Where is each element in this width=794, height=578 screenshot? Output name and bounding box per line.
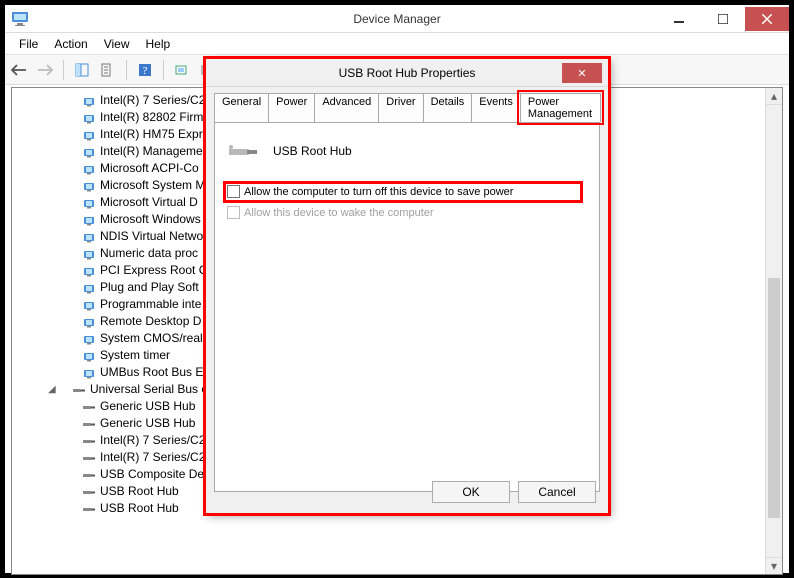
tree-item-label: Intel(R) 7 Series/C2 <box>100 92 205 109</box>
usb-controller-icon <box>72 383 86 397</box>
tree-item-label: USB Root Hub <box>100 500 179 517</box>
tree-item-label: Programmable inte <box>100 296 201 313</box>
menu-action[interactable]: Action <box>46 35 95 53</box>
tabstrip: General Power Advanced Driver Details Ev… <box>214 93 600 122</box>
tree-item-label: System timer <box>100 347 170 364</box>
tree-item-label: Microsoft ACPI-Co <box>100 160 199 177</box>
tree-item-label: USB Composite De <box>100 466 204 483</box>
device-chip-icon <box>82 213 96 227</box>
properties-toolbar-button[interactable] <box>96 58 120 82</box>
tree-item-label: PCI Express Root C <box>100 262 207 279</box>
tab-power[interactable]: Power <box>268 93 315 122</box>
tree-item-label: USB Root Hub <box>100 483 179 500</box>
menu-help[interactable]: Help <box>138 35 179 53</box>
usb-device-icon <box>82 400 96 414</box>
ok-button[interactable]: OK <box>432 481 510 503</box>
tree-item-label: Microsoft System M <box>100 177 205 194</box>
device-chip-icon <box>82 349 96 363</box>
device-chip-icon <box>82 111 96 125</box>
device-chip-icon <box>82 332 96 346</box>
allow-wake-label: Allow this device to wake the computer <box>244 207 434 219</box>
allow-wake-row: Allow this device to wake the computer <box>227 206 587 219</box>
app-icon <box>11 10 31 28</box>
tab-power-management[interactable]: Power Management <box>520 93 601 122</box>
dialog-close-button[interactable]: ✕ <box>562 63 602 83</box>
tree-item-label: Universal Serial Bus co <box>90 381 214 398</box>
device-chip-icon <box>82 145 96 159</box>
device-chip-icon <box>82 264 96 278</box>
allow-turnoff-label: Allow the computer to turn off this devi… <box>244 186 513 198</box>
device-chip-icon <box>82 162 96 176</box>
usb-device-icon <box>82 468 96 482</box>
tab-driver[interactable]: Driver <box>378 93 423 122</box>
maximize-button[interactable] <box>701 7 745 31</box>
usb-device-icon <box>82 502 96 516</box>
usb-device-icon <box>227 139 259 163</box>
device-chip-icon <box>82 281 96 295</box>
toolbar-separator <box>63 60 64 80</box>
scroll-up-arrow[interactable]: ▴ <box>766 88 782 105</box>
tab-advanced[interactable]: Advanced <box>314 93 379 122</box>
tab-body: USB Root Hub Allow the computer to turn … <box>214 122 600 492</box>
device-chip-icon <box>82 179 96 193</box>
tab-details[interactable]: Details <box>423 93 473 122</box>
scroll-down-arrow[interactable]: ▾ <box>766 557 782 574</box>
window-title: Device Manager <box>353 12 440 26</box>
tree-item-label: Intel(R) 7 Series/C2 <box>100 449 205 466</box>
dialog-titlebar: USB Root Hub Properties ✕ <box>206 59 608 87</box>
tree-item-label: Generic USB Hub <box>100 415 195 432</box>
tree-item-label: Generic USB Hub <box>100 398 195 415</box>
back-button[interactable] <box>7 58 31 82</box>
tree-item-label: Intel(R) Managemen <box>100 143 209 160</box>
tree-item-label: Intel(R) 82802 Firm <box>100 109 203 126</box>
device-chip-icon <box>82 366 96 380</box>
usb-device-icon <box>82 451 96 465</box>
tree-item-label: Plug and Play Soft <box>100 279 199 296</box>
scan-hardware-button[interactable] <box>170 58 194 82</box>
tree-item-label: NDIS Virtual Netwo <box>100 228 203 245</box>
properties-dialog: USB Root Hub Properties ✕ General Power … <box>205 58 609 514</box>
cancel-button[interactable]: Cancel <box>518 481 596 503</box>
minimize-button[interactable] <box>657 7 701 31</box>
allow-turnoff-row[interactable]: Allow the computer to turn off this devi… <box>227 185 587 198</box>
window-titlebar: Device Manager <box>5 5 789 33</box>
device-chip-icon <box>82 298 96 312</box>
tree-item-label: Numeric data proc <box>100 245 198 262</box>
dialog-title: USB Root Hub Properties <box>339 66 476 80</box>
help-toolbar-button[interactable]: ? <box>133 58 157 82</box>
tree-item-label: Remote Desktop D <box>100 313 201 330</box>
svg-text:?: ? <box>143 65 148 77</box>
device-chip-icon <box>82 196 96 210</box>
device-name-label: USB Root Hub <box>273 144 352 158</box>
toolbar-separator <box>163 60 164 80</box>
vertical-scrollbar[interactable]: ▴ ▾ <box>765 88 782 574</box>
usb-device-icon <box>82 434 96 448</box>
show-hide-tree-button[interactable] <box>70 58 94 82</box>
device-chip-icon <box>82 230 96 244</box>
device-chip-icon <box>82 94 96 108</box>
tree-item-label: Microsoft Windows <box>100 211 201 228</box>
tree-item-label: Microsoft Virtual D <box>100 194 198 211</box>
device-chip-icon <box>82 315 96 329</box>
menu-file[interactable]: File <box>11 35 46 53</box>
menubar: File Action View Help <box>5 33 789 55</box>
usb-device-icon <box>82 417 96 431</box>
usb-device-icon <box>82 485 96 499</box>
tab-events[interactable]: Events <box>471 93 521 122</box>
device-chip-icon <box>82 128 96 142</box>
tree-item-label: UMBus Root Bus E <box>100 364 203 381</box>
allow-turnoff-checkbox[interactable] <box>227 185 240 198</box>
tree-item-label: Intel(R) HM75 Expr <box>100 126 203 143</box>
device-chip-icon <box>82 247 96 261</box>
allow-wake-checkbox <box>227 206 240 219</box>
tree-item-label: Intel(R) 7 Series/C2 <box>100 432 205 449</box>
menu-view[interactable]: View <box>96 35 138 53</box>
tab-general[interactable]: General <box>214 93 269 122</box>
forward-button[interactable] <box>33 58 57 82</box>
collapse-icon[interactable]: ◢ <box>48 381 58 398</box>
tree-item-label: System CMOS/real <box>100 330 203 347</box>
toolbar-separator <box>126 60 127 80</box>
scroll-thumb[interactable] <box>768 278 780 518</box>
close-button[interactable] <box>745 7 789 31</box>
